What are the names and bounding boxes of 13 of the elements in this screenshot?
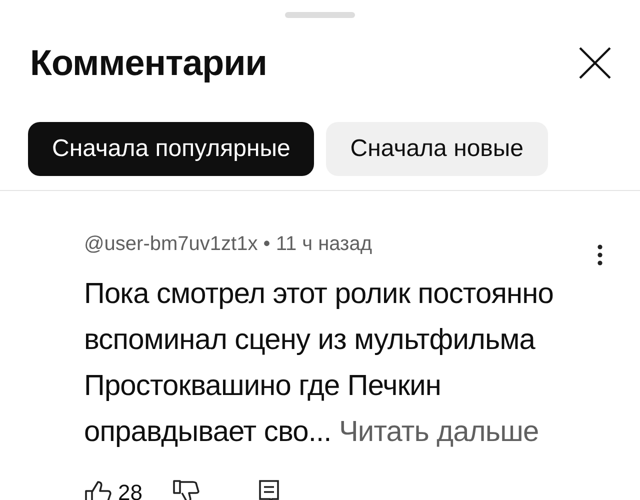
thumbs-down-icon[interactable]: [172, 479, 200, 500]
more-icon[interactable]: [596, 243, 604, 267]
sort-chip[interactable]: Сначала новые: [326, 122, 548, 176]
read-more-link[interactable]: Читать дальше: [339, 416, 539, 448]
reply-icon[interactable]: [258, 479, 280, 500]
like-count: 28: [118, 480, 142, 500]
close-icon[interactable]: [578, 46, 612, 80]
sheet-title: Комментарии: [30, 42, 267, 84]
thumbs-up-icon[interactable]: [84, 479, 112, 500]
drag-handle[interactable]: [285, 12, 355, 18]
sort-chip[interactable]: Сначала популярные: [28, 122, 314, 176]
comment-meta: @user-bm7uv1zt1x • 11 ч назад: [84, 233, 372, 256]
comment-text: Пока смотрел этот ролик постоянно вспоминал сцену из мультфильма Простоквашино где Печкин оправдывает сво... Читать дальше: [84, 277, 554, 450]
